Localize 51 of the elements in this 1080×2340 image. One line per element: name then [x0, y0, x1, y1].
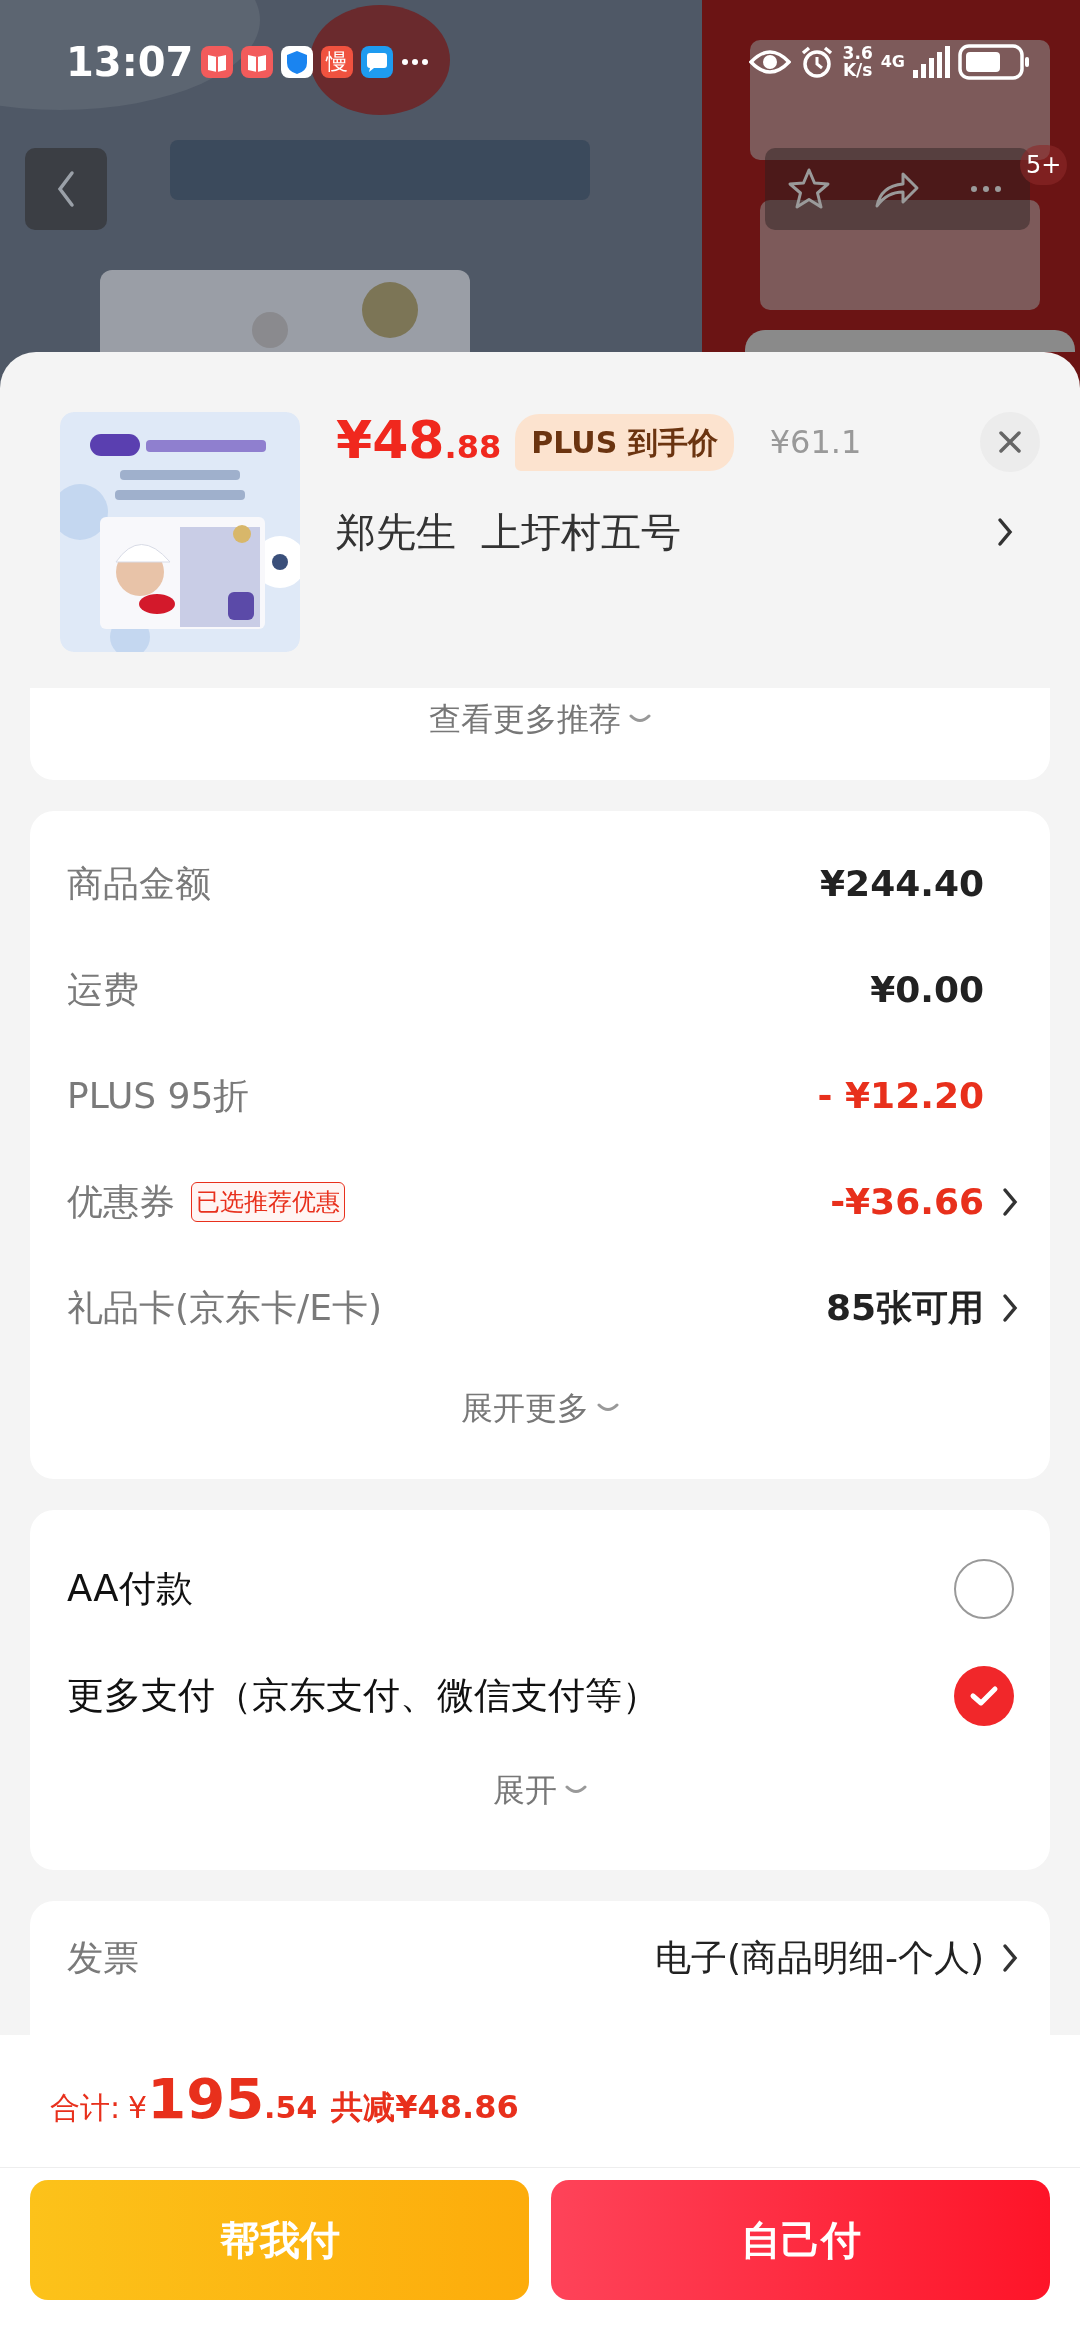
expand-more-link[interactable]: 展开更多 [461, 1383, 589, 1432]
star-icon [787, 167, 832, 211]
notification-badge: 5+ [1020, 145, 1068, 185]
delivery-address: 郑先生 上圩村五号 [336, 508, 682, 557]
row-value: - ¥12.20 [817, 1074, 984, 1118]
network-type: 4G [880, 54, 905, 70]
chevron-down-icon [597, 1401, 619, 1414]
row-value: -¥36.66 [830, 1180, 984, 1224]
payment-option[interactable]: AA付款 [67, 1560, 193, 1617]
status-time: 13:07 [66, 38, 194, 87]
expand-link[interactable]: 展开 [493, 1765, 557, 1814]
network-speed: 3.6 [842, 45, 873, 62]
payment-option[interactable]: 更多支付（京东支付、微信支付等） [67, 1667, 659, 1724]
currency-symbol: ¥ [128, 2089, 148, 2127]
battery-icon [958, 44, 1030, 80]
price-decimal: .88 [444, 426, 502, 468]
signal-icon [913, 46, 950, 78]
book-app-icon [201, 46, 234, 78]
total-amount: 195 [147, 2071, 265, 2127]
discount-total: 共减¥48.86 [331, 2087, 519, 2128]
chevron-down-icon [629, 713, 651, 725]
chevron-icon [995, 517, 1015, 547]
speed-unit: K/s [842, 62, 873, 79]
pay-button[interactable]: 自己付 [551, 2180, 1050, 2300]
row-label: 发票 [67, 1936, 139, 1980]
more-notifications-icon [401, 56, 430, 68]
app-icon: 慢 [321, 46, 354, 78]
message-app-icon [361, 46, 394, 78]
book-app-icon [241, 46, 274, 78]
row-value: ¥0.00 [870, 968, 984, 1012]
price: ¥48 [336, 413, 445, 466]
more-icon [969, 185, 1002, 193]
row-label: 商品金额 [67, 862, 211, 906]
row-label: 优惠券 [67, 1180, 175, 1224]
total-decimal: .54 [264, 2089, 318, 2127]
chevron-icon [1000, 1943, 1020, 1973]
invoice-value: 电子(商品明细-个人) [654, 1936, 984, 1980]
close-icon [998, 430, 1022, 454]
row-value: 85张可用 [825, 1286, 984, 1330]
row-value: ¥244.40 [820, 862, 984, 906]
back-button[interactable] [25, 148, 107, 230]
total-label: 合计: [50, 2089, 121, 2127]
price-tag: PLUS 到手价 [515, 413, 734, 471]
original-price: ¥61.1 [769, 422, 862, 463]
coupon-tag: 已选推荐优惠 [191, 1182, 345, 1222]
row-label: 运费 [67, 968, 139, 1012]
chevron-down-icon [565, 1783, 587, 1796]
shield-app-icon [281, 46, 314, 78]
row-label: 礼品卡(京东卡/E卡) [67, 1286, 382, 1330]
view-more-link[interactable]: 查看更多推荐 [429, 695, 621, 743]
row-label: PLUS 95折 [67, 1074, 250, 1118]
